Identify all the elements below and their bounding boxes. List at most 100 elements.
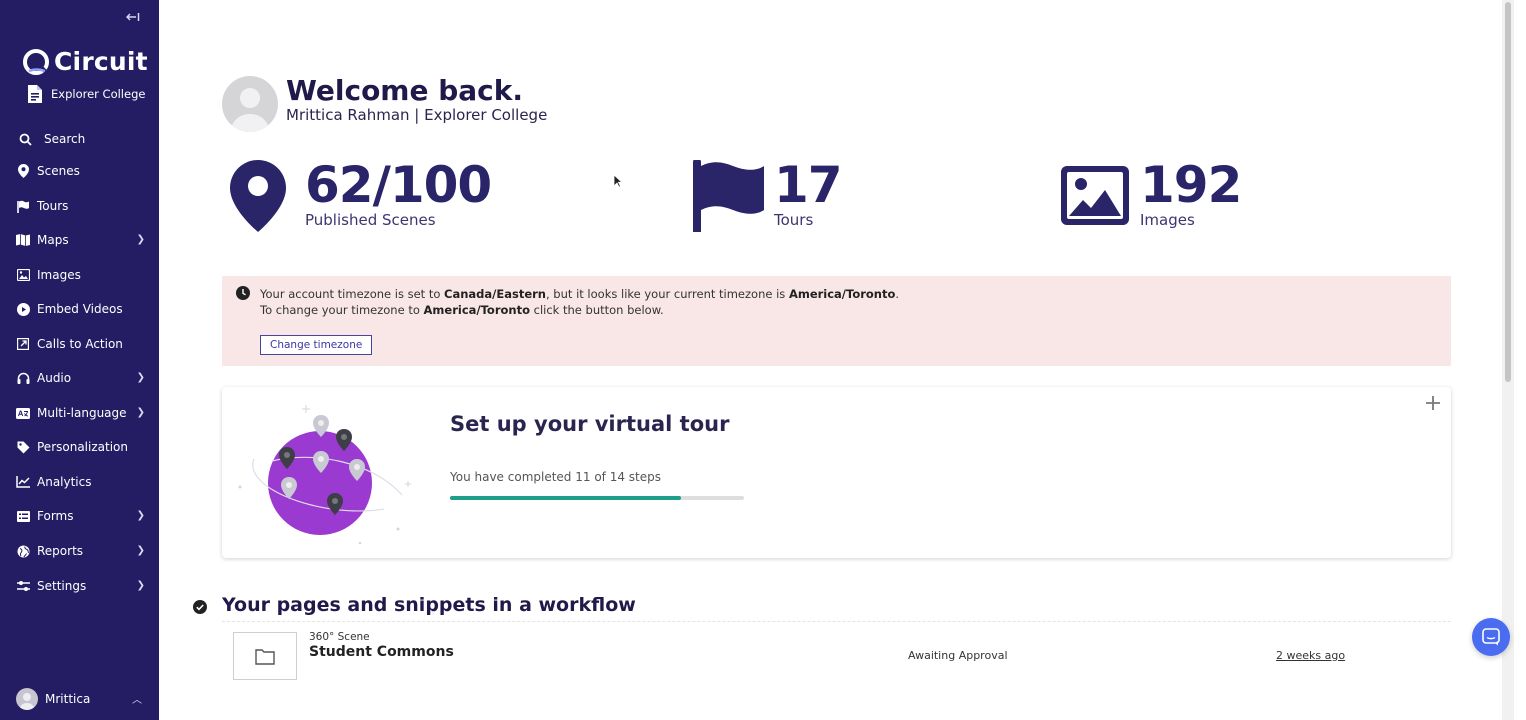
alert-text: Your account timezone is set to [260, 287, 445, 301]
organization-name: Explorer College [51, 87, 146, 101]
document-icon [28, 85, 42, 103]
sidebar: Circuit Explorer College Search Scenes T… [0, 0, 159, 720]
tour-setup-title: Set up your virtual tour [450, 412, 730, 436]
sidebar-search[interactable]: Search [0, 124, 159, 154]
stat-published-scenes[interactable]: 62/100 Published Scenes [230, 156, 492, 232]
sidebar-item-label: Reports [37, 544, 84, 558]
tour-progress-bar [450, 496, 744, 500]
app-logo[interactable]: Circuit [22, 47, 148, 76]
row-thumbnail [233, 632, 297, 680]
clock-icon [236, 286, 250, 300]
chevron-right-icon: ❯ [136, 580, 145, 591]
flag-icon [16, 199, 30, 213]
stat-value: 192 [1140, 156, 1242, 214]
collapse-sidebar-button[interactable] [124, 11, 142, 29]
alert-text: click the button below. [529, 303, 664, 317]
list-icon [16, 509, 30, 523]
stat-images[interactable]: 192 Images [1061, 156, 1242, 232]
chevron-right-icon: ❯ [136, 510, 145, 521]
stat-tours[interactable]: 17 Tours [693, 156, 843, 232]
globe-icon [16, 544, 30, 558]
tour-progress-text: You have completed 11 of 14 steps [450, 470, 661, 484]
avatar [222, 76, 278, 132]
map-pin-icon [230, 160, 286, 232]
sidebar-item-label: Images [37, 268, 81, 282]
collapse-left-icon [125, 13, 140, 21]
sidebar-item-tours[interactable]: Tours [0, 191, 159, 221]
tour-setup-card: Set up your virtual tour You have comple… [222, 387, 1451, 558]
timezone-alert: Your account timezone is set to Canada/E… [222, 276, 1451, 366]
headphones-icon [16, 371, 30, 385]
map-icon [16, 233, 30, 247]
scrollbar-thumb[interactable] [1505, 2, 1511, 382]
sidebar-item-settings[interactable]: Settings ❯ [0, 571, 159, 601]
page-title: Welcome back. [286, 74, 524, 107]
image-icon [1061, 166, 1129, 225]
organization-switcher[interactable]: Explorer College [26, 84, 145, 104]
user-menu[interactable]: Mrittica ︿ [16, 688, 142, 710]
image-icon [16, 268, 30, 282]
alert-text: To change your timezone to [260, 303, 424, 317]
alert-text: . [895, 287, 900, 301]
sidebar-item-personalization[interactable]: Personalization [0, 432, 159, 462]
sidebar-item-label: Forms [37, 509, 74, 523]
map-pin-icon [16, 164, 30, 178]
sidebar-item-label: Maps [37, 233, 69, 247]
sidebar-item-multi-language[interactable]: Multi-language ❯ [0, 398, 159, 428]
sidebar-item-label: Analytics [37, 475, 92, 489]
chart-line-icon [16, 475, 30, 489]
sidebar-item-images[interactable]: Images [0, 260, 159, 290]
sidebar-item-scenes[interactable]: Scenes [0, 156, 159, 186]
sidebar-item-audio[interactable]: Audio ❯ [0, 363, 159, 393]
sidebar-item-label: Tours [37, 199, 69, 213]
sliders-icon [16, 579, 30, 593]
external-link-icon [16, 337, 30, 351]
chat-launcher-button[interactable] [1472, 618, 1510, 656]
sidebar-item-label: Embed Videos [37, 302, 123, 316]
sidebar-item-label: Calls to Action [37, 337, 123, 351]
search-icon [18, 132, 32, 146]
stat-value: 17 [774, 156, 843, 214]
user-name: Mrittica [45, 692, 91, 706]
check-circle-icon [193, 600, 207, 614]
mouse-cursor-icon [613, 174, 623, 188]
current-timezone: America/Toronto [788, 287, 896, 301]
flag-icon [693, 160, 764, 232]
tag-icon [16, 440, 30, 454]
sidebar-item-reports[interactable]: Reports ❯ [0, 536, 159, 566]
chevron-right-icon: ❯ [136, 234, 145, 245]
chevron-right-icon: ❯ [136, 407, 145, 418]
sidebar-item-label: Multi-language [37, 406, 127, 420]
sidebar-item-label: Audio [37, 371, 72, 385]
divider [222, 621, 1451, 622]
chat-icon [1482, 628, 1500, 646]
chevron-right-icon: ❯ [136, 372, 145, 383]
sidebar-item-label: Scenes [37, 164, 80, 178]
stat-value: 62/100 [305, 156, 492, 214]
sidebar-item-calls-to-action[interactable]: Calls to Action [0, 329, 159, 359]
plus-icon [1426, 396, 1440, 410]
circuit-logo-icon [23, 48, 49, 75]
workflow-section-title: Your pages and snippets in a workflow [222, 594, 636, 616]
row-timestamp[interactable]: 2 weeks ago [1276, 649, 1345, 662]
sidebar-item-label: Settings [37, 579, 87, 593]
expand-button[interactable] [1425, 392, 1441, 417]
play-circle-icon [16, 302, 30, 316]
chevron-right-icon: ❯ [136, 545, 145, 556]
page-subtitle: Mrittica Rahman | Explorer College [286, 106, 548, 124]
search-label: Search [44, 132, 86, 146]
change-timezone-button[interactable]: Change timezone [260, 335, 373, 355]
row-name[interactable]: Student Commons [309, 644, 454, 660]
timezone-instruction: To change your timezone to America/Toron… [260, 303, 664, 317]
account-timezone: Canada/Eastern [444, 287, 546, 301]
globe-with-pins-illustration [238, 405, 411, 545]
sidebar-item-analytics[interactable]: Analytics [0, 467, 159, 497]
scrollbar[interactable] [1502, 0, 1514, 720]
timezone-message: Your account timezone is set to Canada/E… [260, 287, 899, 301]
sidebar-item-maps[interactable]: Maps ❯ [0, 225, 159, 255]
folder-icon [255, 648, 275, 665]
sidebar-item-embed-videos[interactable]: Embed Videos [0, 294, 159, 324]
sidebar-item-label: Personalization [37, 440, 128, 454]
sidebar-item-forms[interactable]: Forms ❯ [0, 501, 159, 531]
tour-progress-fill [450, 496, 681, 500]
